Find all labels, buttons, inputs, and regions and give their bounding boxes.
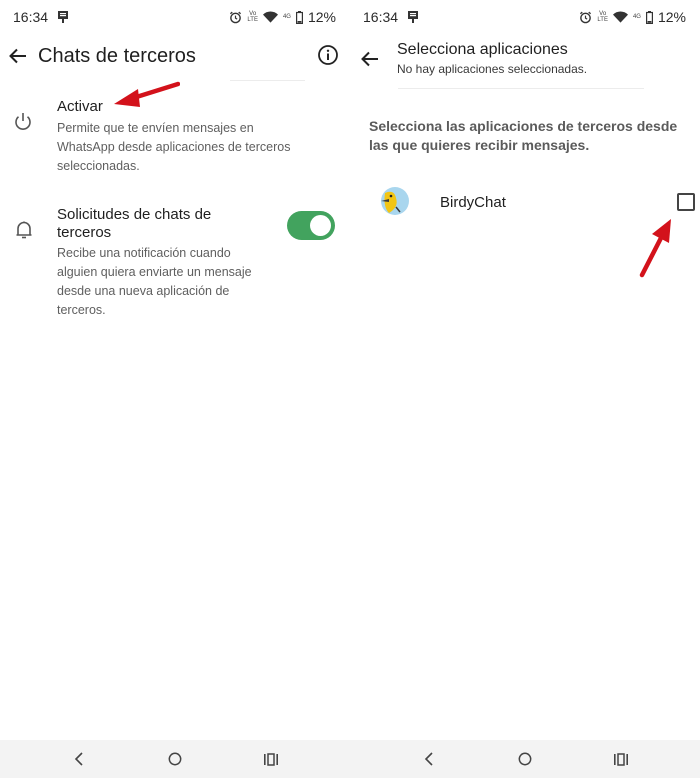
- notification-icon: [58, 11, 68, 23]
- recents-icon: [614, 752, 628, 766]
- toggle-knob: [310, 215, 331, 236]
- back-button[interactable]: [358, 47, 382, 71]
- page-title: Chats de terceros: [38, 45, 196, 67]
- nav-back-button[interactable]: [69, 750, 89, 768]
- network-type: 4G: [282, 14, 291, 20]
- nav-recents-button[interactable]: [261, 750, 281, 768]
- navigation-bar: [350, 740, 700, 778]
- battery-level: 12%: [657, 9, 686, 25]
- screen-chats-de-terceros: 16:34 Vo LTE 4G 12% Chats de terceros Ac…: [0, 0, 350, 778]
- app-bar: Chats de terceros: [0, 34, 350, 78]
- recents-icon: [264, 752, 278, 766]
- status-bar: 16:34 Vo LTE 4G 12%: [350, 0, 700, 34]
- circle-icon: [518, 752, 532, 766]
- navigation-bar: [0, 740, 350, 778]
- alarm-icon: [580, 11, 592, 23]
- nav-home-button[interactable]: [515, 750, 535, 768]
- divider: [398, 88, 644, 89]
- setting-solicitudes-description: Recibe una notificación cuando alguien q…: [57, 246, 252, 317]
- notification-icon: [408, 11, 418, 23]
- battery-level: 12%: [307, 9, 336, 25]
- section-description: Selecciona las aplicaciones de terceros …: [369, 118, 678, 153]
- alarm-icon: [230, 11, 242, 23]
- app-checkbox[interactable]: [677, 193, 695, 211]
- status-time: 16:34: [13, 9, 49, 25]
- nav-recents-button[interactable]: [611, 750, 631, 768]
- annotation-arrow: [639, 219, 671, 278]
- arrow-left-icon: [361, 51, 378, 67]
- page-subtitle: No hay aplicaciones seleccionadas.: [397, 62, 588, 76]
- status-bar: 16:34 Vo LTE 4G 12%: [0, 0, 350, 34]
- circle-icon: [168, 752, 182, 766]
- battery-icon: [295, 10, 303, 24]
- info-icon[interactable]: [317, 44, 339, 66]
- setting-activar-title: Activar: [57, 98, 103, 115]
- status-icons: Vo LTE 4G 12%: [229, 9, 336, 25]
- volte-indicator: Vo LTE: [247, 11, 258, 23]
- power-icon: [15, 113, 31, 130]
- page-title: Selecciona aplicaciones: [397, 41, 568, 58]
- status-time: 16:34: [363, 9, 399, 25]
- screen-selecciona-aplicaciones: 16:34 Vo LTE 4G 12% Selecciona aplicacio…: [350, 0, 700, 778]
- bell-icon: [16, 221, 32, 239]
- volte-indicator: Vo LTE: [597, 11, 608, 23]
- arrow-left-icon: [9, 48, 26, 64]
- birdychat-logo-icon: [381, 187, 409, 215]
- setting-activar-description: Permite que te envíen mensajes en WhatsA…: [57, 121, 291, 173]
- setting-solicitudes-title: Solicitudes de chats de terceros: [57, 206, 212, 241]
- battery-icon: [645, 10, 653, 24]
- app-name: BirdyChat: [440, 194, 506, 211]
- nav-back-button[interactable]: [419, 750, 439, 768]
- nav-home-button[interactable]: [165, 750, 185, 768]
- wifi-icon: [262, 11, 278, 23]
- chevron-left-icon: [74, 752, 83, 766]
- network-type: 4G: [632, 14, 641, 20]
- chevron-left-icon: [424, 752, 433, 766]
- back-button[interactable]: [6, 44, 30, 68]
- solicitudes-toggle[interactable]: [287, 211, 335, 240]
- divider: [230, 80, 305, 81]
- annotation-arrow: [114, 81, 180, 107]
- wifi-icon: [612, 11, 628, 23]
- status-icons: Vo LTE 4G 12%: [579, 9, 686, 25]
